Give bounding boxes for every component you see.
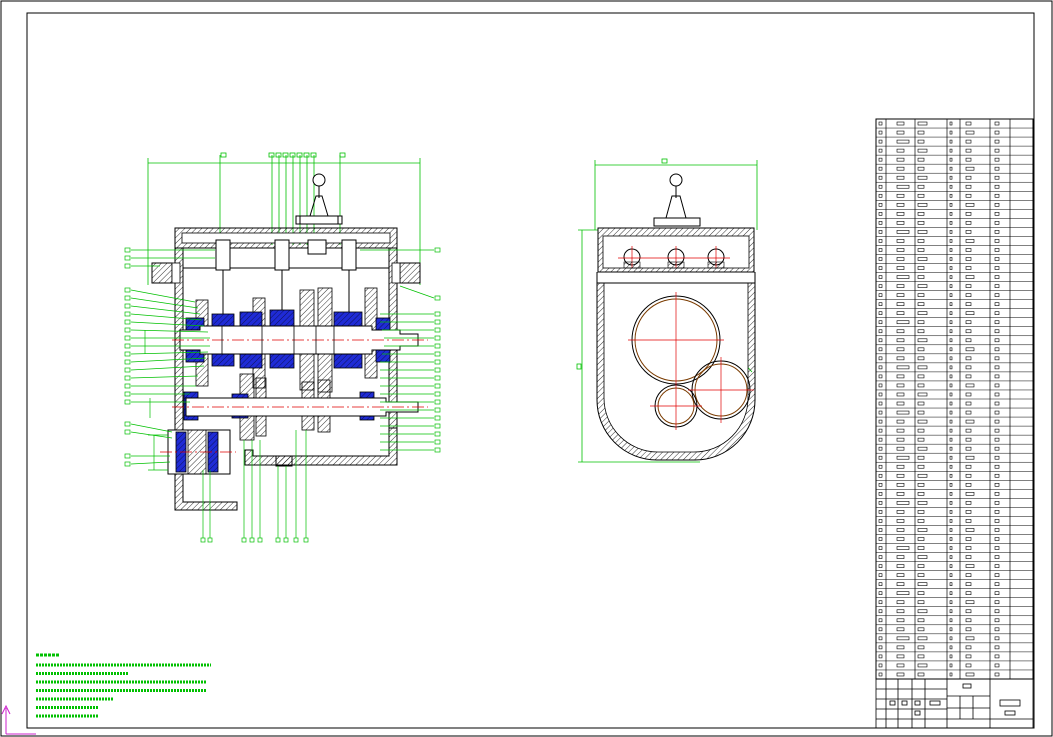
side-shift-lever <box>653 173 701 227</box>
parts-row <box>876 636 1033 644</box>
parts-row <box>876 428 1033 436</box>
parts-row <box>876 501 1033 508</box>
parts-row <box>876 510 1033 517</box>
parts-row <box>876 338 1033 346</box>
parts-row <box>876 464 1033 472</box>
parts-row <box>876 483 1033 490</box>
parts-row <box>876 239 1033 246</box>
side-view <box>576 158 758 463</box>
parts-row <box>876 275 1033 282</box>
parts-row <box>876 654 1033 662</box>
parts-row <box>876 591 1033 598</box>
parts-row <box>876 248 1033 255</box>
parts-row <box>876 419 1033 427</box>
parts-row <box>876 383 1033 391</box>
cad-drawing <box>0 0 1053 737</box>
parts-row <box>876 410 1033 418</box>
parts-row <box>876 392 1033 400</box>
shift-forks <box>215 239 357 315</box>
parts-row <box>876 212 1033 219</box>
parts-row <box>876 284 1033 291</box>
parts-row <box>876 230 1033 237</box>
parts-row <box>876 175 1033 183</box>
parts-row <box>876 564 1033 571</box>
parts-row <box>876 573 1033 580</box>
parts-row <box>876 645 1033 653</box>
parts-row <box>876 121 1033 129</box>
parts-row <box>876 663 1033 671</box>
parts-row <box>876 203 1033 210</box>
parts-list-table <box>875 118 1034 680</box>
ucs-icon <box>1 704 36 735</box>
parts-row <box>876 555 1033 562</box>
technical-notes <box>36 653 211 718</box>
parts-row <box>876 356 1033 364</box>
parts-row <box>876 347 1033 355</box>
parts-row <box>876 437 1033 445</box>
parts-row <box>876 528 1033 535</box>
front-section-view <box>124 152 441 543</box>
side-top-cover <box>597 227 755 273</box>
parts-row <box>876 582 1033 589</box>
parts-row <box>876 148 1033 156</box>
parts-row <box>876 157 1033 165</box>
parts-row <box>876 473 1033 481</box>
parts-row <box>876 609 1033 617</box>
parts-row <box>876 221 1033 228</box>
parts-row <box>876 546 1033 553</box>
shift-lever <box>295 173 343 225</box>
parts-row <box>876 139 1033 147</box>
parts-row <box>876 302 1033 309</box>
parts-row <box>876 266 1033 273</box>
parts-row <box>876 627 1033 635</box>
drain-plug <box>275 455 293 467</box>
idler-gear-assembly <box>160 429 236 475</box>
parts-row <box>876 311 1033 318</box>
parts-row <box>876 293 1033 300</box>
parts-row <box>876 672 1033 680</box>
parts-row <box>876 455 1033 463</box>
parts-row <box>876 365 1033 373</box>
parts-row <box>876 257 1033 264</box>
parts-row <box>876 519 1033 526</box>
parts-row <box>876 446 1033 454</box>
parts-row <box>876 329 1033 337</box>
title-block <box>875 678 1034 729</box>
parts-row <box>876 537 1033 544</box>
parts-list-rows <box>876 119 1033 680</box>
parts-row <box>876 166 1033 174</box>
parts-row <box>876 600 1033 607</box>
parts-row <box>876 193 1033 201</box>
parts-row <box>876 184 1033 192</box>
parts-row <box>876 618 1033 626</box>
front-dimension-tags <box>220 152 346 158</box>
parts-row <box>876 130 1033 138</box>
parts-row <box>876 492 1033 499</box>
parts-row <box>876 320 1033 327</box>
parts-row <box>876 374 1033 382</box>
parts-row <box>876 401 1033 409</box>
